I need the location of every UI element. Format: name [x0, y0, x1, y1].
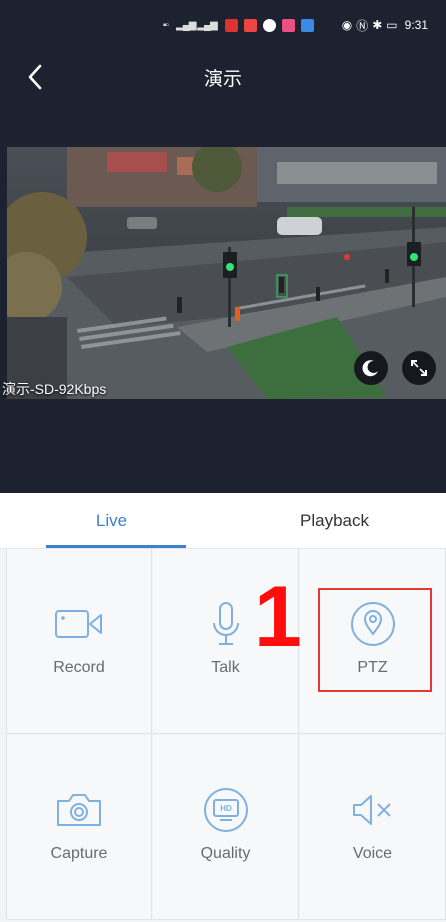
- page-title: 演示: [203, 69, 242, 90]
- quality-button[interactable]: HD Quality: [153, 735, 299, 920]
- app-notification-icon: [243, 18, 257, 32]
- quality-label: Quality: [200, 845, 251, 862]
- live-video-view[interactable]: [7, 147, 446, 399]
- top-dark-area: ▪▫ ▂▄▆ ▂▄▆ ◉ Ⓝ ✱ ▭ 9:31 演示 演示-SD-92Kbps: [0, 0, 446, 493]
- capture-button[interactable]: Capture: [6, 735, 152, 920]
- svg-text:HD: HD: [220, 804, 232, 813]
- app-notification-icon: [224, 18, 238, 32]
- night-mode-button[interactable]: [354, 351, 388, 385]
- tab-live[interactable]: Live: [0, 493, 223, 549]
- fullscreen-button[interactable]: [402, 351, 436, 385]
- app-notification-icon: [300, 18, 314, 32]
- nfc-icon: Ⓝ: [356, 18, 369, 33]
- expand-icon: [411, 360, 427, 376]
- hd-monitor-icon: HD: [203, 788, 248, 832]
- voice-button[interactable]: Voice: [300, 735, 446, 920]
- active-tab-indicator: [46, 545, 186, 548]
- stream-info-label: 演示-SD-92Kbps: [2, 381, 107, 397]
- mode-tabs: Live Playback: [0, 493, 446, 549]
- microphone-icon: [212, 602, 239, 645]
- voice-label: Voice: [352, 845, 393, 862]
- app-notification-icon: [281, 18, 295, 32]
- app-screen: ▪▫ ▂▄▆ ▂▄▆ ◉ Ⓝ ✱ ▭ 9:31 演示 演示-SD-92Kbps …: [0, 0, 446, 922]
- status-time: 9:31: [404, 18, 428, 32]
- annotation-step-number: 1: [254, 569, 302, 665]
- capture-label: Capture: [50, 845, 108, 862]
- status-bar: ▪▫ ▂▄▆ ▂▄▆ ◉ Ⓝ ✱ ▭ 9:31: [0, 0, 446, 50]
- camera-icon: [57, 794, 101, 826]
- speaker-muted-icon: [352, 795, 391, 825]
- record-label: Record: [53, 659, 105, 676]
- battery-icon: ▭: [386, 18, 398, 32]
- annotation-highlight-box: [318, 588, 432, 692]
- bluetooth-icon: ✱: [372, 18, 383, 32]
- tab-playback[interactable]: Playback: [223, 493, 446, 549]
- title-bar: 演示: [0, 55, 446, 101]
- sim-icon: ▪▫: [162, 19, 169, 31]
- eye-icon: ◉: [341, 18, 353, 32]
- record-button[interactable]: Record: [6, 549, 152, 734]
- app-notification-icon: [262, 18, 276, 32]
- video-camera-icon: [55, 610, 102, 638]
- signal-icon: ▂▄▆ ▂▄▆: [176, 19, 218, 31]
- moon-icon: [362, 360, 378, 377]
